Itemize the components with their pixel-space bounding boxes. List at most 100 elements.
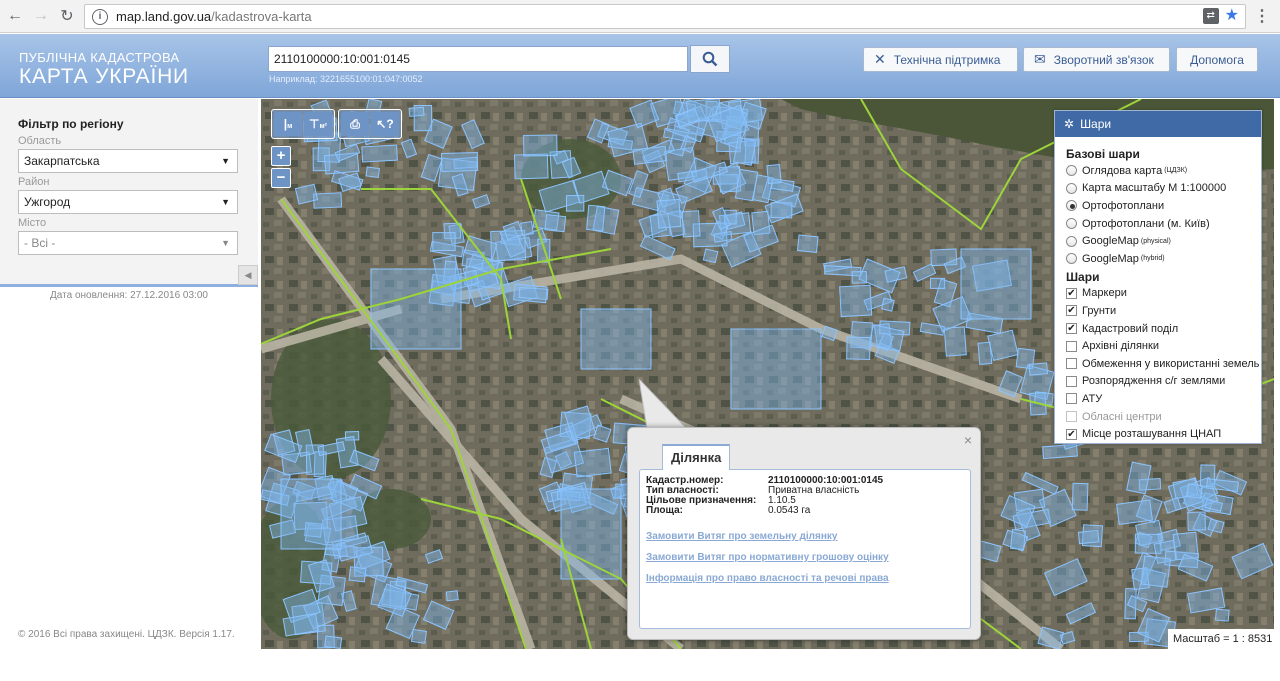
land-parcel[interactable]: [851, 271, 867, 284]
radio-button[interactable]: [1066, 218, 1077, 230]
land-parcel[interactable]: [361, 144, 398, 163]
land-parcel[interactable]: [580, 308, 652, 370]
layer-checkbox[interactable]: ✔: [1066, 287, 1077, 299]
layer-option[interactable]: Розпорядження с/г землями: [1066, 373, 1251, 391]
land-parcel[interactable]: [987, 329, 1019, 361]
parcel-order-link[interactable]: Замовити Витяг про нормативну грошову оц…: [646, 552, 889, 563]
layer-option[interactable]: АТУ: [1066, 390, 1251, 408]
land-parcel[interactable]: [432, 232, 456, 252]
identify-button[interactable]: ↖?: [371, 112, 399, 136]
radio-button[interactable]: [1066, 253, 1077, 265]
cadastral-map[interactable]: |м ⊤м² ⎙ ↖? + − ✲ Шари Базові шари Огляд…: [261, 99, 1274, 649]
land-parcel[interactable]: [370, 268, 462, 350]
land-parcel[interactable]: [766, 164, 782, 185]
land-parcel[interactable]: [730, 328, 822, 410]
back-icon[interactable]: ←: [4, 5, 26, 27]
land-parcel[interactable]: [513, 153, 549, 180]
land-parcel[interactable]: [702, 248, 719, 264]
radio-button[interactable]: [1066, 235, 1077, 247]
layers-header[interactable]: ✲ Шари: [1055, 111, 1261, 137]
radio-button[interactable]: [1066, 200, 1077, 212]
measure-distance-button[interactable]: |м: [274, 112, 302, 136]
land-parcel[interactable]: [408, 106, 425, 117]
cadastral-search-input[interactable]: [268, 46, 688, 72]
feedback-button[interactable]: ✉ Зворотний зв'язок: [1023, 47, 1170, 72]
land-parcel[interactable]: [440, 152, 479, 172]
tab-parcel[interactable]: Ділянка: [662, 444, 731, 470]
land-parcel[interactable]: [681, 210, 701, 238]
reload-icon[interactable]: ↻: [56, 5, 78, 27]
print-button[interactable]: ⎙: [341, 112, 369, 136]
bookmark-star-icon[interactable]: ★: [1225, 8, 1239, 24]
land-parcel[interactable]: [573, 447, 612, 478]
land-parcel[interactable]: [1028, 362, 1049, 376]
base-layer-option[interactable]: GoogleMap (physical): [1066, 232, 1251, 250]
measure-area-button[interactable]: ⊤м²: [304, 112, 332, 136]
land-parcel[interactable]: [324, 635, 343, 649]
land-parcel[interactable]: [632, 145, 668, 165]
collapse-sidebar-button[interactable]: ◀: [238, 265, 258, 285]
oblast-select[interactable]: Закарпатська ▼: [18, 149, 238, 173]
land-parcel[interactable]: [943, 326, 967, 357]
parcel-order-link[interactable]: Інформація про право власності та речові…: [646, 573, 889, 584]
land-parcel[interactable]: [770, 202, 793, 219]
base-layer-option[interactable]: Ортофотоплани (м. Київ): [1066, 215, 1251, 233]
zoom-out-button[interactable]: −: [271, 168, 291, 188]
land-parcel[interactable]: [1116, 499, 1153, 525]
radio-button[interactable]: [1066, 165, 1077, 177]
translate-icon[interactable]: ⇄: [1202, 8, 1219, 24]
zoom-in-button[interactable]: +: [271, 146, 291, 166]
rayon-select[interactable]: Ужгород ▼: [18, 190, 238, 214]
land-parcel[interactable]: [1187, 511, 1206, 531]
land-parcel[interactable]: [1077, 529, 1100, 545]
land-parcel[interactable]: [1214, 608, 1230, 622]
land-parcel[interactable]: [365, 166, 380, 178]
land-parcel[interactable]: [656, 198, 682, 229]
layer-option[interactable]: ✔ Місце розташування ЦНАП: [1066, 425, 1251, 443]
search-button[interactable]: [690, 45, 730, 73]
layer-checkbox[interactable]: [1066, 393, 1077, 405]
close-popup-icon[interactable]: ×: [964, 432, 972, 448]
layer-option[interactable]: ✔ Кадастровий поділ: [1066, 320, 1251, 338]
layer-checkbox[interactable]: [1066, 340, 1077, 352]
base-layer-option[interactable]: Оглядова карта (ЦДЗК): [1066, 162, 1251, 180]
land-parcel[interactable]: [1140, 555, 1172, 588]
tech-support-button[interactable]: ✕ Технічна підтримка: [863, 47, 1018, 72]
layer-checkbox[interactable]: ✔: [1066, 323, 1077, 335]
land-parcel[interactable]: [523, 134, 558, 157]
layer-checkbox[interactable]: ✔: [1066, 428, 1077, 440]
land-parcel[interactable]: [1010, 529, 1026, 551]
land-parcel[interactable]: [929, 277, 946, 289]
layer-option[interactable]: ✔ Грунти: [1066, 302, 1251, 320]
base-layer-option[interactable]: GoogleMap (hybrid): [1066, 250, 1251, 268]
land-parcel[interactable]: [560, 488, 622, 580]
land-parcel[interactable]: [1071, 482, 1089, 511]
land-parcel[interactable]: [796, 234, 819, 253]
city-select[interactable]: - Всі - ▼: [18, 231, 238, 255]
land-parcel[interactable]: [839, 284, 873, 318]
land-parcel[interactable]: [410, 628, 428, 644]
forward-icon[interactable]: →: [30, 5, 52, 27]
layer-option[interactable]: ✔ Маркери: [1066, 285, 1251, 303]
land-parcel[interactable]: [846, 336, 871, 361]
land-parcel[interactable]: [977, 341, 993, 366]
land-parcel[interactable]: [280, 478, 342, 550]
layer-option[interactable]: Обмеження у використанні земель: [1066, 355, 1259, 373]
land-parcel[interactable]: [544, 214, 567, 233]
land-parcel[interactable]: [312, 192, 343, 209]
layer-option[interactable]: Архівні ділянки: [1066, 337, 1251, 355]
info-icon[interactable]: i: [92, 8, 108, 25]
layer-checkbox[interactable]: [1066, 375, 1077, 387]
base-layer-option[interactable]: Ортофотоплани: [1066, 197, 1251, 215]
browser-menu-icon[interactable]: ⋮: [1254, 6, 1270, 26]
land-parcel[interactable]: [445, 590, 459, 602]
radio-button[interactable]: [1066, 182, 1077, 194]
base-layer-option[interactable]: Карта масштабу М 1:100000: [1066, 180, 1251, 198]
land-parcel[interactable]: [1186, 483, 1203, 499]
land-parcel[interactable]: [348, 566, 367, 583]
land-parcel[interactable]: [518, 286, 549, 300]
parcel-order-link[interactable]: Замовити Витяг про земельну ділянку: [646, 531, 837, 542]
layer-checkbox[interactable]: [1066, 358, 1077, 370]
address-bar[interactable]: i map.land.gov.ua/kadastrova-karta ⇄ ★: [84, 4, 1246, 29]
land-parcel[interactable]: [586, 204, 606, 232]
